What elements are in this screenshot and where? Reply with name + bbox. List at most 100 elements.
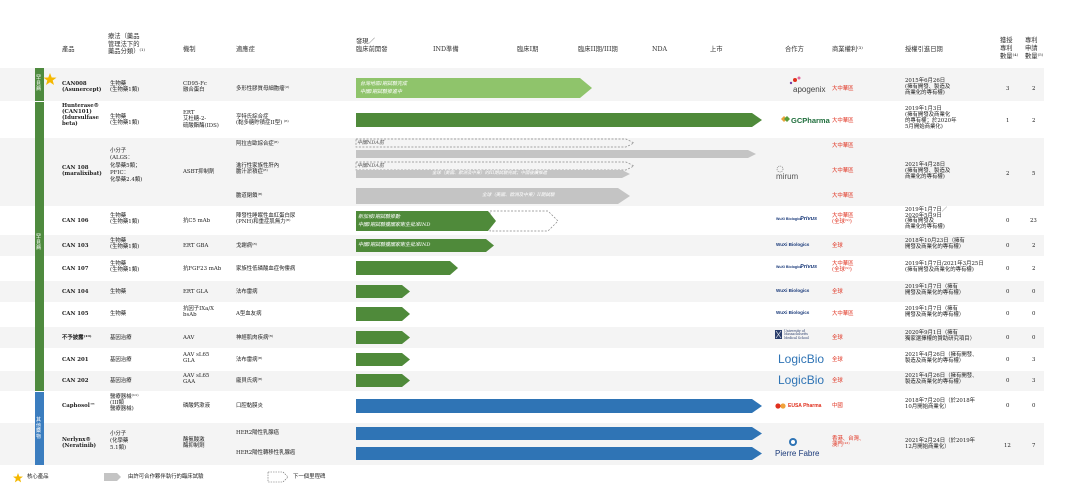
- mechanism: 抗因子IXa/X bsAb: [183, 306, 215, 319]
- indication: 阿拉吉歐綜合症⁽⁸⁾: [236, 141, 279, 147]
- arrow-can202: [356, 374, 410, 387]
- applied-patents: 3: [1032, 378, 1036, 384]
- mechanism: ASBT抑制劑: [183, 169, 215, 175]
- granted-patents: 2: [1006, 171, 1010, 177]
- arrow-undisclosed: [356, 331, 410, 344]
- partner-name: GCPharma: [791, 116, 830, 125]
- arrow-hunterase: [356, 113, 762, 127]
- commercial-rights: 全球: [832, 289, 843, 295]
- mechanism: ERT GBA: [183, 243, 209, 249]
- partner-name: Privus: [800, 264, 818, 270]
- applied-patents: 0: [1032, 335, 1036, 341]
- license-date: 2021年4月26日（擁有開發、 製造及商業化的專有權）: [905, 352, 978, 365]
- arrow-text: 中國I期試驗推進中: [360, 89, 402, 95]
- applied-patents: 7: [1032, 443, 1036, 449]
- product-name: CAN 108 (maralixibat): [62, 165, 102, 178]
- partner-name: WuXi Biologics: [776, 217, 803, 221]
- therapy: 生物藥 (生物藥1類): [110, 238, 140, 251]
- indication: 戈謝病⁽⁸⁾: [236, 243, 257, 249]
- arrow-can108-algs-dashed: [355, 138, 635, 148]
- therapy: 醫療器械⁽¹¹⁾ (III類 醫療器械): [110, 394, 139, 413]
- partner-name: mirum: [776, 172, 799, 181]
- applied-patents: 2: [1032, 243, 1036, 249]
- granted-patents: 0: [1006, 403, 1010, 409]
- granted-patents: 0: [1006, 218, 1010, 224]
- arrow-text: 新加坡I期試驗推動: [358, 214, 400, 220]
- commercial-rights: 大中華區: [832, 86, 854, 92]
- partner-name: LogicBio: [778, 373, 825, 387]
- product-name: CAN008 (Asunercept): [62, 81, 102, 94]
- granted-patents: 12: [1004, 443, 1011, 449]
- indication: 進行性家族性肝內 膽汁淤積症⁽⁸⁾: [236, 163, 280, 176]
- granted-patents: 0: [1006, 289, 1010, 295]
- commercial-rights: 全球: [832, 335, 843, 341]
- indication: 神經肌肉疾病⁽⁸⁾: [236, 335, 274, 341]
- commercial-rights: 大中華區: [832, 118, 854, 124]
- commercial-rights: 大中華區: [832, 168, 854, 174]
- license-date: 2021年2月24日（於2019年 12月開始商業化）: [905, 438, 976, 451]
- partner-name: Privus: [800, 216, 818, 222]
- indication: 多形性膠質母細胞瘤⁽²⁾: [236, 86, 290, 92]
- arrow-text: 中國NDA前: [357, 140, 384, 146]
- arrow-text: 全球（美國、歐洲及中東）II期試驗: [482, 193, 555, 198]
- mechanism: AAV sL65 GLA: [183, 352, 210, 365]
- therapy: 小分子 (化學藥 5.1類): [110, 431, 129, 452]
- license-date: 2019年1月7日（擁有 開發及商業化的專有權）: [905, 306, 965, 319]
- license-date: 2019年1月3日 (擁有開發及商業化 的專有權；於2020年 5月開始商業化): [905, 106, 957, 130]
- indication: 法布雷病: [236, 289, 258, 295]
- therapy: 生物藥: [110, 311, 127, 317]
- indication: HER2陽性轉移性乳腺癌: [236, 450, 296, 456]
- arrow-can107: [356, 261, 458, 275]
- indication: 家族性低磷酸血症佝僂病: [236, 266, 296, 272]
- mechanism: 抗FGF23 mAb: [183, 266, 222, 272]
- arrow-can108-algs: [356, 150, 756, 158]
- partner-name: apogenix: [793, 85, 826, 94]
- arrow-can108-pfic-dashed: [355, 161, 635, 171]
- granted-patents: 0: [1006, 357, 1010, 363]
- indication: 膽道閉鎖⁽⁸⁾: [236, 193, 263, 199]
- legend-partner-trial-icon: [104, 473, 121, 481]
- granted-patents: 1: [1006, 118, 1010, 124]
- eusa-logo-icon: [775, 403, 786, 409]
- license-date: 2021年4月26日（擁有開發、 製造及商業化的專有權）: [905, 373, 978, 386]
- product-name: CAN 106: [62, 218, 89, 224]
- therapy: 生物藥 (生物藥1類): [110, 213, 140, 226]
- license-date: 2019年1月7日（擁有 開發及商業化的專有權）: [905, 284, 965, 297]
- commercial-rights: 大中華區 (全球⁽⁹⁾): [832, 261, 854, 274]
- applied-patents: 2: [1032, 118, 1036, 124]
- arrow-can105: [356, 307, 410, 321]
- product-name: CAN 103: [62, 243, 89, 249]
- indication: 龐貝氏病⁽⁸⁾: [236, 378, 263, 384]
- legend-next-milestone-label: 下一個里程碑: [293, 474, 326, 480]
- commercial-rights: 香港、台灣、 澳門⁽¹²⁾: [832, 436, 865, 449]
- therapy: 基因治療: [110, 357, 132, 363]
- therapy: 生物藥 (生物藥1類): [110, 261, 140, 274]
- indication: HER2陽性乳腺癌: [236, 430, 280, 436]
- therapy: 基因治療: [110, 335, 132, 341]
- therapy: 基因治療: [110, 378, 132, 384]
- pierre-fabre-logo-icon: [789, 438, 797, 446]
- license-date: 2018年7月20日（於2018年 10月開始商業化）: [905, 398, 976, 411]
- arrow-nerlynx-1: [356, 427, 762, 440]
- commercial-rights: 全球: [832, 357, 843, 363]
- arrow-text: 中國I期試驗獲國家衛生批准IND: [358, 222, 431, 228]
- mechanism: AAV sL65 GAA: [183, 373, 210, 386]
- therapy: 生物藥 (生物藥1類): [110, 81, 140, 94]
- legend-partner-trial-label: 由許可合作夥伴執行的臨床試驗: [128, 474, 204, 480]
- license-date: 2015年6月26日 (擁有開發、製造及 商業化的專有權): [905, 78, 951, 97]
- indication: 亨特氏綜合症 (黏多糖貯積症II型) ⁽⁶⁾: [236, 114, 289, 127]
- granted-patents: 0: [1006, 266, 1010, 272]
- mechanism: AAV: [183, 335, 195, 341]
- product-name: CAN 104: [62, 289, 89, 295]
- umass-logo-icon: [775, 330, 782, 339]
- applied-patents: 0: [1032, 311, 1036, 317]
- arrow-text: 中國NDA前: [357, 163, 384, 169]
- granted-patents: 0: [1006, 311, 1010, 317]
- partner-name: WuXi Biologics: [776, 242, 810, 247]
- commercial-rights: 大中華區 (全球⁽⁹⁾): [832, 213, 854, 226]
- mechanism: ERT GLA: [183, 289, 208, 295]
- commercial-rights: 全球: [832, 243, 843, 249]
- commercial-rights: 中國: [832, 403, 843, 409]
- applied-patents: 3: [1032, 357, 1036, 363]
- product-name: CAN 107: [62, 266, 89, 272]
